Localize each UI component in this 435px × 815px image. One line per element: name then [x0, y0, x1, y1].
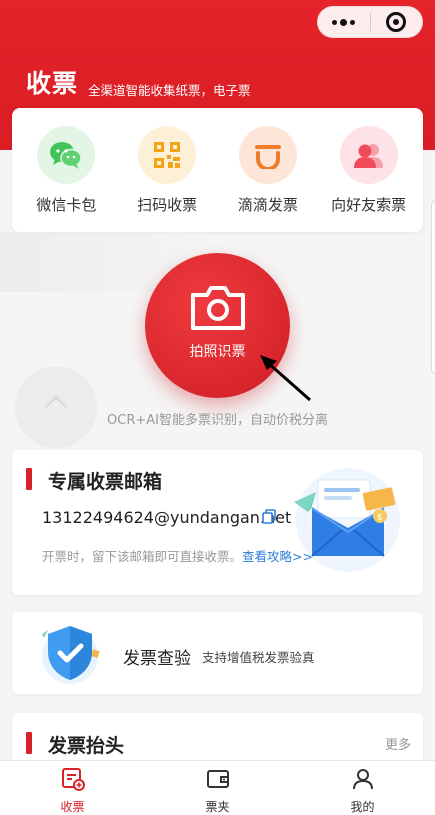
entry-scan-qrcode[interactable]: 扫码收票 [117, 126, 217, 232]
tab-profile[interactable]: 我的 [290, 761, 435, 815]
arrow-pointer-icon [255, 350, 315, 409]
faded-back-button [15, 366, 97, 448]
page-subtitle: 全渠道智能收集纸票，电子票 [88, 83, 251, 98]
entry-ask-friend[interactable]: 向好友索票 [319, 126, 419, 232]
tab-label: 票夹 [205, 800, 230, 814]
tab-label: 收票 [60, 800, 85, 814]
verify-subtitle: 支持增值税发票验真 [202, 650, 315, 665]
wechat-icon [37, 126, 96, 184]
invoice-header-title: 发票抬头 [48, 735, 125, 757]
mini-program-capsule [317, 6, 423, 38]
tab-receive[interactable]: 收票 [0, 761, 145, 815]
entry-label: 扫码收票 [137, 196, 198, 214]
shield-check-icon [34, 620, 106, 690]
friends-icon [339, 126, 398, 184]
section-marker [26, 732, 32, 754]
target-icon[interactable] [370, 6, 422, 38]
verify-title: 发票查验 [123, 649, 191, 669]
page-title: 收票 [26, 69, 79, 98]
entry-label: 微信卡包 [36, 196, 97, 214]
mailbox-card: 专属收票邮箱 13122494624@yundangan.net 开票时，留下该… [12, 450, 423, 595]
mailbox-email: 13122494624@yundangan.net [42, 508, 292, 527]
section-marker [26, 468, 32, 490]
more-link[interactable]: 更多 [385, 734, 411, 753]
mailbox-hint-text: 开票时，留下该邮箱即可直接收票。 [42, 549, 243, 564]
bottom-tab-bar: 收票 票夹 我的 [0, 760, 435, 815]
envelope-illustration-icon: $ [286, 462, 406, 581]
entry-label: 向好友索票 [331, 196, 407, 214]
qrcode-icon [138, 126, 197, 184]
tab-wallet[interactable]: 票夹 [145, 761, 290, 815]
entry-label: 滴滴发票 [237, 196, 298, 214]
didi-icon [238, 126, 297, 184]
svg-text:$: $ [377, 513, 383, 523]
ocr-description: OCR+AI智能多票识别，自动价税分离 [107, 413, 328, 428]
receive-ticket-icon [61, 767, 85, 795]
invoice-verify-card[interactable]: 发票查验 支持增值税发票验真 [12, 612, 423, 694]
tab-label: 我的 [350, 800, 375, 814]
entry-didi-invoice[interactable]: 滴滴发票 [218, 126, 318, 232]
entry-card: 微信卡包 扫码收票 滴滴发票 向好友索票 [12, 108, 423, 232]
copy-icon[interactable] [262, 509, 276, 528]
side-floating-tab [431, 200, 435, 375]
mailbox-hint: 开票时，留下该邮箱即可直接收票。查看攻略>> [42, 546, 313, 565]
wallet-icon [206, 767, 230, 795]
more-dots-icon[interactable] [318, 6, 370, 38]
user-icon [351, 767, 375, 795]
photo-button-label: 拍照识票 [189, 343, 246, 360]
camera-icon [189, 285, 247, 335]
mailbox-title: 专属收票邮箱 [48, 471, 163, 493]
entry-wechat-wallet[interactable]: 微信卡包 [16, 126, 116, 232]
